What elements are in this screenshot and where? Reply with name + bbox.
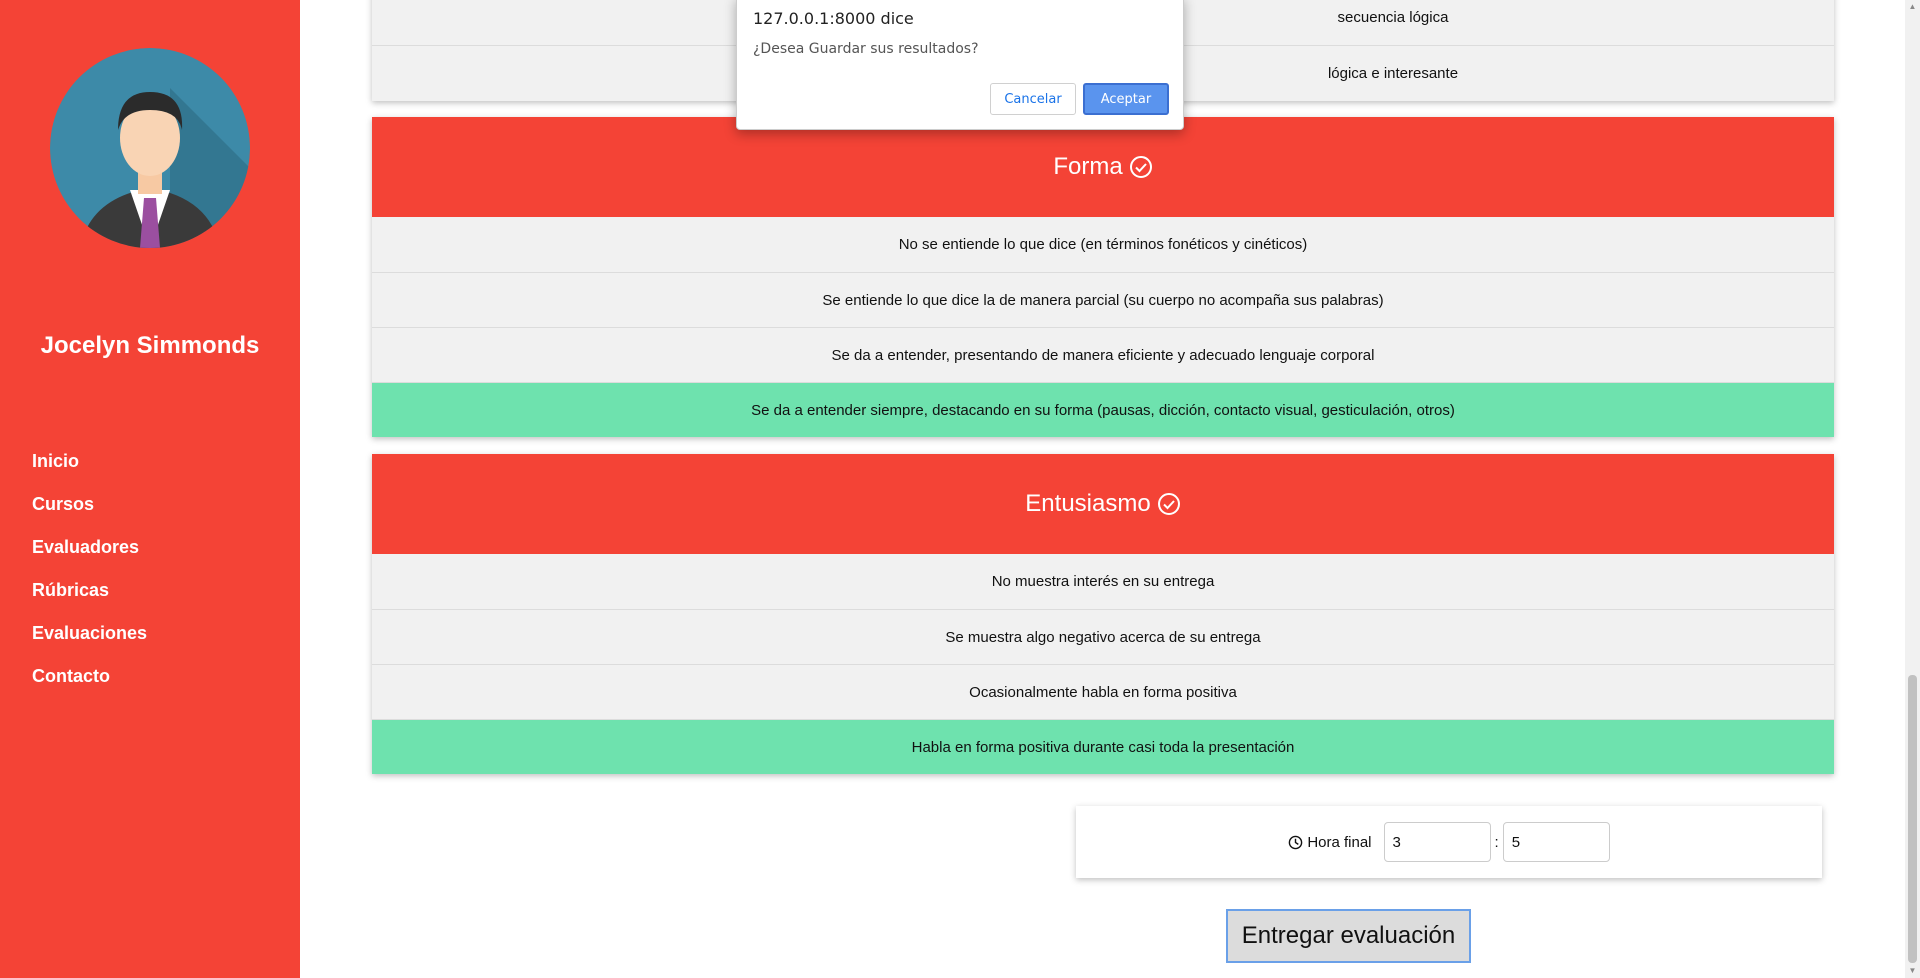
avatar <box>50 48 250 248</box>
scroll-down-arrow-icon[interactable]: ▼ <box>1908 966 1917 976</box>
criterion-option[interactable]: Ocasionalmente habla en forma positiva <box>372 664 1834 719</box>
option-text: Se muestra algo negativo acerca de su en… <box>945 628 1261 646</box>
option-text: Ocasionalmente habla en forma positiva <box>969 683 1237 701</box>
dialog-title: 127.0.0.1:8000 dice <box>753 9 914 28</box>
minute-input[interactable] <box>1502 822 1610 862</box>
nav-item-evaluadores[interactable]: Evaluadores <box>32 532 147 575</box>
end-time-label: Hora final <box>1307 833 1372 851</box>
criterion-title: Entusiasmo <box>1025 490 1151 517</box>
page-scrollbar[interactable]: ▲ ▼ <box>1905 0 1920 978</box>
option-text: secuencia lógica <box>1337 9 1449 26</box>
criterion-option[interactable]: No se entiende lo que dice (en términos … <box>372 217 1834 272</box>
option-text: No muestra interés en su entrega <box>991 573 1215 590</box>
criterion-option-selected[interactable]: Habla en forma positiva durante casi tod… <box>372 719 1834 774</box>
criterion-title: Forma <box>1053 153 1123 180</box>
sidebar: Jocelyn Simmonds Inicio Cursos Evaluador… <box>0 0 300 978</box>
user-name: Jocelyn Simmonds <box>40 332 260 359</box>
nav-item-evaluaciones[interactable]: Evaluaciones <box>32 618 147 661</box>
dialog-message: ¿Desea Guardar sus resultados? <box>753 41 979 57</box>
option-text: Se da a entender, presentando de manera … <box>831 346 1375 364</box>
option-text: No se entiende lo que dice (en términos … <box>898 236 1308 253</box>
nav-item-contacto[interactable]: Contacto <box>32 661 147 704</box>
check-circle-icon <box>1157 493 1180 515</box>
accept-button[interactable]: Aceptar <box>1083 83 1169 115</box>
hour-input[interactable] <box>1383 822 1491 862</box>
user-avatar-icon <box>50 48 250 248</box>
nav-item-inicio[interactable]: Inicio <box>32 446 147 489</box>
submit-evaluation-button[interactable]: Entregar evaluación <box>1226 909 1471 963</box>
criterion-card-forma: Forma No se entiende lo que dice (en tér… <box>372 117 1834 437</box>
criterion-card-entusiasmo: Entusiasmo No muestra interés en su entr… <box>372 454 1834 774</box>
criterion-option[interactable]: No muestra interés en su entrega <box>372 554 1834 609</box>
time-separator: : <box>1494 833 1499 851</box>
main-content: secuencia lógica lógica e interesante Fo… <box>300 0 1905 978</box>
option-text: Se da a entender siempre, destacando en … <box>751 401 1455 419</box>
nav-item-cursos[interactable]: Cursos <box>32 489 147 532</box>
criterion-header: Entusiasmo <box>372 454 1834 554</box>
sidebar-nav: Inicio Cursos Evaluadores Rúbricas Evalu… <box>32 446 147 704</box>
option-text: lógica e interesante <box>1327 64 1459 82</box>
criterion-header: Forma <box>372 117 1834 217</box>
end-time-panel: Hora final : <box>1076 806 1822 878</box>
confirm-dialog: 127.0.0.1:8000 dice ¿Desea Guardar sus r… <box>736 0 1184 130</box>
scroll-up-arrow-icon[interactable]: ▲ <box>1908 2 1917 12</box>
option-text: Se entiende lo que dice la de manera par… <box>822 291 1384 309</box>
clock-icon <box>1289 835 1303 849</box>
criterion-option[interactable]: Se entiende lo que dice la de manera par… <box>372 272 1834 327</box>
check-circle-icon <box>1129 156 1152 178</box>
scrollbar-thumb[interactable] <box>1908 675 1917 963</box>
nav-item-rubricas[interactable]: Rúbricas <box>32 575 147 618</box>
option-text: Habla en forma positiva durante casi tod… <box>911 738 1295 756</box>
cancel-button[interactable]: Cancelar <box>990 83 1076 115</box>
end-time-label-group: Hora final <box>1288 833 1372 851</box>
criterion-option[interactable]: Se muestra algo negativo acerca de su en… <box>372 609 1834 664</box>
criterion-option-selected[interactable]: Se da a entender siempre, destacando en … <box>372 382 1834 437</box>
criterion-option[interactable]: Se da a entender, presentando de manera … <box>372 327 1834 382</box>
